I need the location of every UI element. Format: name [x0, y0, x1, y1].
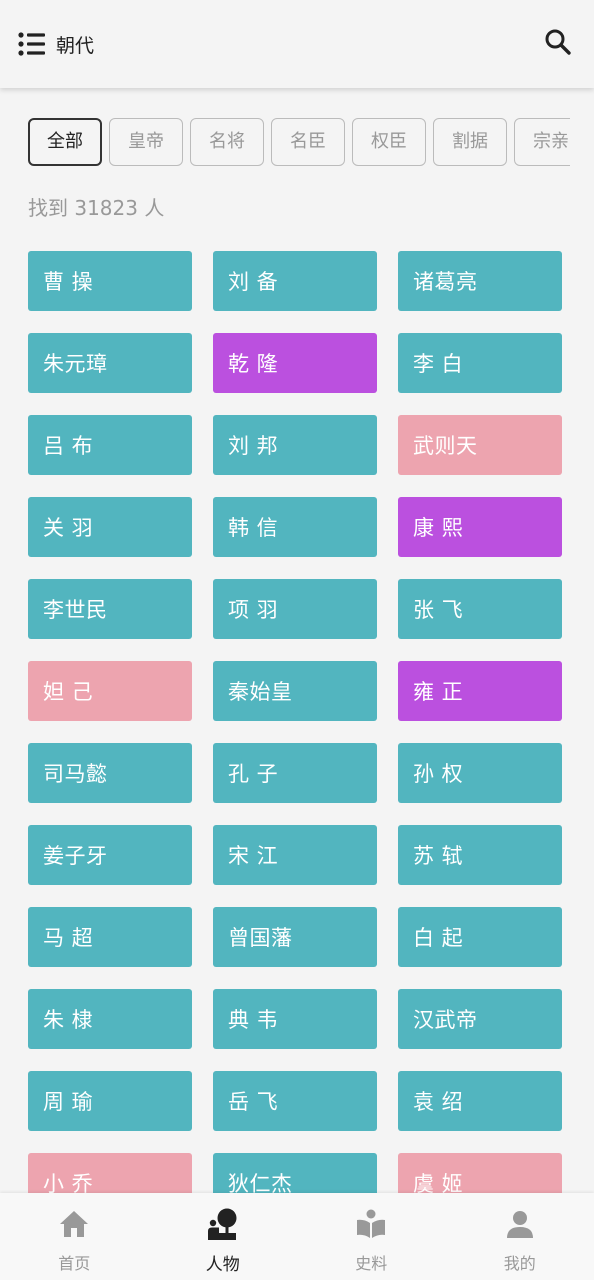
person-tile[interactable]: 苏 轼: [398, 825, 562, 885]
search-icon: [544, 28, 572, 60]
person-tile[interactable]: 孔 子: [213, 743, 377, 803]
home-icon: [57, 1207, 91, 1241]
list-menu-icon: [18, 32, 46, 56]
dynasty-menu-button[interactable]: 朝代: [18, 26, 94, 62]
person-tile[interactable]: 秦始皇: [213, 661, 377, 721]
person-tile[interactable]: 李 白: [398, 333, 562, 393]
filter-chip-5[interactable]: 割据: [433, 118, 507, 166]
person-tile[interactable]: 项 羽: [213, 579, 377, 639]
person-tile[interactable]: 雍 正: [398, 661, 562, 721]
profile-icon: [503, 1207, 537, 1241]
person-tile[interactable]: 朱 棣: [28, 989, 192, 1049]
bottom-navigation: 首页 人物 史料 我的: [0, 1193, 594, 1280]
filter-chip-0[interactable]: 全部: [28, 118, 102, 166]
person-tile[interactable]: 张 飞: [398, 579, 562, 639]
person-tile[interactable]: 岳 飞: [213, 1071, 377, 1131]
person-tile[interactable]: 袁 绍: [398, 1071, 562, 1131]
people-grid: 曹 操刘 备诸葛亮朱元璋乾 隆李 白吕 布刘 邦武则天关 羽韩 信康 熙李世民项…: [28, 251, 562, 1213]
page-title: 朝代: [56, 34, 95, 57]
person-tile[interactable]: 宋 江: [213, 825, 377, 885]
person-tile[interactable]: 韩 信: [213, 497, 377, 557]
person-tile[interactable]: 康 熙: [398, 497, 562, 557]
person-tile[interactable]: 马 超: [28, 907, 192, 967]
person-tile[interactable]: 汉武帝: [398, 989, 562, 1049]
nav-item-0[interactable]: 首页: [0, 1193, 149, 1280]
person-tile[interactable]: 司马懿: [28, 743, 192, 803]
filter-chip-4[interactable]: 权臣: [352, 118, 426, 166]
person-tile[interactable]: 曹 操: [28, 251, 192, 311]
nav-item-3[interactable]: 我的: [446, 1193, 594, 1280]
filter-chip-3[interactable]: 名臣: [271, 118, 345, 166]
person-tile[interactable]: 周 瑜: [28, 1071, 192, 1131]
person-tile[interactable]: 典 韦: [213, 989, 377, 1049]
person-tile[interactable]: 曾国藩: [213, 907, 377, 967]
filter-chip-6[interactable]: 宗亲: [514, 118, 570, 166]
nav-item-2[interactable]: 史料: [297, 1193, 446, 1280]
person-tile[interactable]: 李世民: [28, 579, 192, 639]
nav-label: 史料: [355, 1254, 388, 1273]
person-tile[interactable]: 关 羽: [28, 497, 192, 557]
open-book-icon: [354, 1207, 388, 1241]
nav-label: 人物: [205, 1255, 240, 1275]
person-tile[interactable]: 诸葛亮: [398, 251, 562, 311]
person-tile[interactable]: 乾 隆: [213, 333, 377, 393]
person-tile[interactable]: 武则天: [398, 415, 562, 475]
category-filter-row: 全部 皇帝 名将 名臣 权臣 割据 宗亲: [28, 118, 570, 168]
result-count: 找到 31823 人: [28, 196, 165, 220]
nav-label: 首页: [58, 1254, 91, 1273]
top-app-bar: 朝代: [0, 0, 594, 88]
person-tile[interactable]: 妲 己: [28, 661, 192, 721]
filter-chip-2[interactable]: 名将: [190, 118, 264, 166]
person-tile[interactable]: 朱元璋: [28, 333, 192, 393]
person-tile[interactable]: 刘 备: [213, 251, 377, 311]
person-tile[interactable]: 姜子牙: [28, 825, 192, 885]
nav-label: 我的: [503, 1254, 536, 1273]
filter-chip-1[interactable]: 皇帝: [109, 118, 183, 166]
search-button[interactable]: [540, 26, 576, 62]
person-tile[interactable]: 吕 布: [28, 415, 192, 475]
person-icon: [206, 1207, 240, 1241]
nav-item-1[interactable]: 人物: [149, 1193, 298, 1280]
person-tile[interactable]: 白 起: [398, 907, 562, 967]
person-tile[interactable]: 刘 邦: [213, 415, 377, 475]
person-tile[interactable]: 孙 权: [398, 743, 562, 803]
